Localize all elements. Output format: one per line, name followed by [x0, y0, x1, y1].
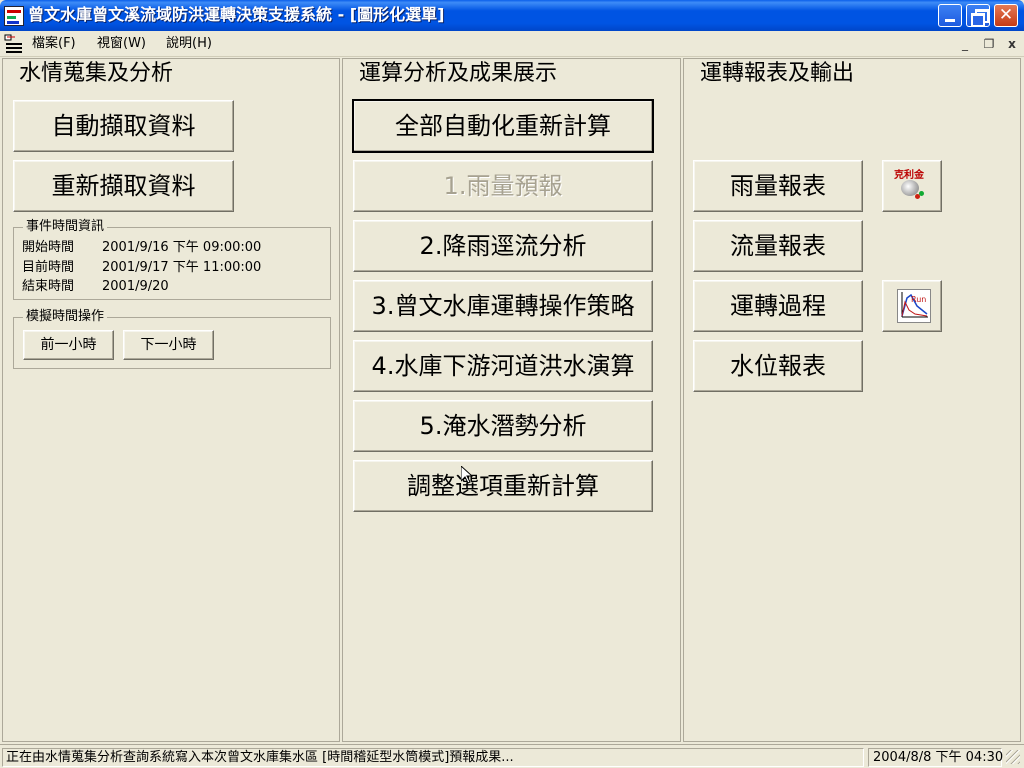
event-time-group: 事件時間資訊 開始時間 2001/9/16 下午 09:00:00 目前時間 2… — [13, 219, 331, 300]
refetch-button[interactable]: 重新擷取資料 — [13, 160, 234, 212]
status-datetime: 2004/8/8 下午 04:30 — [868, 748, 1003, 767]
status-message: 正在由水情蒐集分析查詢系統寫入本次曾文水庫集水區 [時間稽延型水筒模式]預報成果… — [2, 748, 864, 767]
end-time-value: 2001/9/20 — [102, 279, 169, 294]
sim-time-title: 模擬時間操作 — [23, 309, 108, 325]
mdi-minimize-button[interactable]: _ — [957, 36, 973, 52]
runoff-chart-icon: Run off — [897, 289, 940, 323]
reports-panel: 運轉報表及輸出 雨量報表 流量報表 運轉過程 水位報表 克利金 Run off — [683, 58, 1021, 742]
analysis-panel: 運算分析及成果展示 全部自動化重新計算 1.雨量預報 2.降雨逕流分析 3.曾文… — [342, 58, 681, 742]
auto-fetch-button[interactable]: 自動擷取資料 — [13, 100, 234, 152]
runoff-icon-label: Run off — [911, 295, 929, 304]
sim-time-group: 模擬時間操作 前一小時 下一小時 — [13, 309, 331, 369]
minimize-button[interactable] — [938, 4, 962, 27]
mouse-cursor-icon — [460, 464, 474, 484]
start-time-label: 開始時間 — [22, 240, 75, 255]
menu-file[interactable]: 檔案(F) — [32, 36, 76, 52]
close-icon: ✕ — [998, 5, 1014, 25]
reservoir-operation-button[interactable]: 3.曾文水庫運轉操作策略 — [353, 280, 653, 332]
flood-routing-button[interactable]: 4.水庫下游河道洪水演算 — [353, 340, 653, 392]
rain-report-button[interactable]: 雨量報表 — [693, 160, 863, 212]
prev-hour-button[interactable]: 前一小時 — [23, 330, 114, 360]
water-level-report-button[interactable]: 水位報表 — [693, 340, 863, 392]
resize-grip[interactable] — [1006, 750, 1020, 764]
maximize-button[interactable] — [966, 4, 990, 27]
event-time-title: 事件時間資訊 — [23, 219, 108, 235]
kriging-button[interactable]: 克利金 — [882, 160, 942, 212]
runoff-button[interactable]: Run off — [882, 280, 942, 332]
rainfall-forecast-button[interactable]: 1.雨量預報 — [353, 160, 653, 212]
rainfall-runoff-button[interactable]: 2.降雨逕流分析 — [353, 220, 653, 272]
recalculate-all-button[interactable]: 全部自動化重新計算 — [352, 99, 654, 153]
analysis-title: 運算分析及成果展示 — [353, 61, 564, 87]
title-bar[interactable]: 曾文水庫曾文溪流域防洪運轉決策支援系統 - [圖形化選單] ✕ — [0, 0, 1024, 31]
menu-help[interactable]: 說明(H) — [166, 36, 212, 52]
adjust-options-button[interactable]: 調整選項重新計算 — [353, 460, 653, 512]
next-hour-button[interactable]: 下一小時 — [123, 330, 214, 360]
current-time-label: 目前時間 — [22, 260, 75, 275]
document-icon[interactable] — [4, 34, 26, 54]
operation-process-button[interactable]: 運轉過程 — [693, 280, 863, 332]
mdi-close-button[interactable]: x — [1004, 36, 1020, 52]
menu-bar: 檔案(F) 視窗(W) 說明(H) _ ❐ x — [0, 31, 1024, 57]
end-time-label: 結束時間 — [22, 279, 75, 294]
current-time-value: 2001/9/17 下午 11:00:00 — [102, 260, 262, 275]
inundation-analysis-button[interactable]: 5.淹水潛勢分析 — [353, 400, 653, 452]
reports-title: 運轉報表及輸出 — [694, 61, 861, 87]
window-title: 曾文水庫曾文溪流域防洪運轉決策支援系統 - [圖形化選單] — [28, 5, 445, 24]
kriging-icon-label: 克利金 — [894, 170, 924, 181]
app-icon — [4, 6, 24, 26]
data-collection-panel: 水情蒐集及分析 自動擷取資料 重新擷取資料 事件時間資訊 開始時間 2001/9… — [2, 58, 340, 742]
flow-report-button[interactable]: 流量報表 — [693, 220, 863, 272]
data-collection-title: 水情蒐集及分析 — [13, 61, 180, 87]
start-time-value: 2001/9/16 下午 09:00:00 — [102, 240, 262, 255]
menu-window[interactable]: 視窗(W) — [97, 36, 146, 52]
mdi-restore-button[interactable]: ❐ — [981, 36, 997, 52]
status-bar: 正在由水情蒐集分析查詢系統寫入本次曾文水庫集水區 [時間稽延型水筒模式]預報成果… — [0, 744, 1024, 768]
close-button[interactable]: ✕ — [994, 4, 1018, 27]
